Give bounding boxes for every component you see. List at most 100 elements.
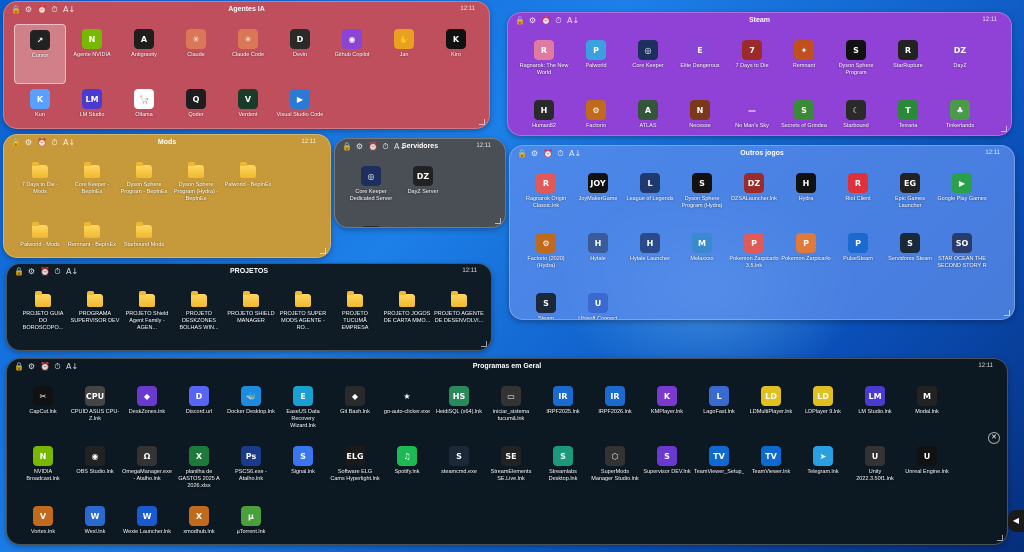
shortcut-item[interactable]: S Dyson Sphere Program: [830, 35, 882, 95]
resize-handle[interactable]: [495, 218, 501, 224]
shortcut-item[interactable]: ▶ Visual Studio Code: [274, 84, 326, 128]
fence-mods[interactable]: 🔒 ⚙ ⏰ ⏱ A↓ Mods 12:11 7 Days to Die - Mods Core …: [3, 134, 331, 258]
shortcut-item[interactable]: ↗ Cursor: [14, 24, 66, 84]
shortcut-item[interactable]: S Dyson Sphere Program (Hydra): [676, 168, 728, 228]
shortcut-item[interactable]: PROJETO JOGOS DE CARTA MMO...: [381, 286, 433, 346]
shortcut-item[interactable]: ◉ Github Copilot: [326, 24, 378, 84]
shortcut-item[interactable]: TV TeamViewer.lnk: [745, 441, 797, 501]
shortcut-item[interactable]: DZ DayZ Server: [397, 161, 449, 221]
shortcut-item[interactable]: ➤ Telegram.lnk: [797, 441, 849, 501]
shortcut-item[interactable]: V Verdent: [222, 84, 274, 128]
shortcut-item[interactable]: PROJETO SHIELD MANAGER: [225, 286, 277, 346]
fence-header[interactable]: 🔒 ⚙ ⏰ ⏱ A↓ PROJETOS 12:11: [7, 264, 491, 282]
shortcut-item[interactable]: N Agente NVIDIA: [66, 24, 118, 84]
resize-handle[interactable]: [997, 535, 1003, 541]
shortcut-item[interactable]: ◆ Git Bash.lnk: [329, 381, 381, 441]
resize-handle[interactable]: [320, 248, 326, 254]
shortcut-item[interactable]: Dyson Sphere Program (Hydra) - BepInEx: [170, 157, 222, 217]
shortcut-item[interactable]: DZ DayZ: [934, 35, 986, 95]
fence-steam[interactable]: 🔒 ⚙ ⏰ ⏱ A↓ Steam 12:11 R Ragnarok: The New World…: [507, 12, 1012, 136]
shortcut-item[interactable]: IR IRPF2026.lnk: [589, 381, 641, 441]
shortcut-item[interactable]: JOY JoyMakerGame: [572, 168, 624, 228]
shortcut-item[interactable]: K Kun: [14, 84, 66, 128]
shortcut-item[interactable]: PROJETO TUCUMÃ EMPRESA: [329, 286, 381, 346]
shortcut-item[interactable]: ✂ CapCut.lnk: [17, 381, 69, 441]
shortcut-item[interactable]: R StarRupture: [882, 35, 934, 95]
shortcut-item[interactable]: 7 Days to Die - Mods: [14, 157, 66, 217]
shortcut-item[interactable]: S Signal.lnk: [277, 441, 329, 501]
fence-servidores[interactable]: 🔒 ⚙ ⏰ ⏱ A↓ Servidores 12:11 ◎ Core Keeper Dedica…: [334, 138, 506, 228]
fence-outros[interactable]: 🔒 ⚙ ⏰ ⏱ A↓ Outros jogos 12:11 R Ragnarok Origin …: [509, 145, 1015, 320]
shortcut-item[interactable]: LM LM Studio: [66, 84, 118, 128]
shortcut-item[interactable]: R Riot Client: [832, 168, 884, 228]
side-panel-toggle-icon[interactable]: ◀: [1008, 510, 1024, 532]
fence-header[interactable]: 🔒 ⚙ ⏰ ⏱ A↓ Mods 12:11: [4, 135, 330, 153]
shortcut-item[interactable]: SE StreamElements SE.Live.lnk: [485, 441, 537, 501]
shortcut-item[interactable]: DZ DZSALauncher.lnk: [728, 168, 780, 228]
shortcut-item[interactable]: W Wexie Launcher.lnk: [121, 501, 173, 544]
shortcut-item[interactable]: TV TeamViewer_Setup_x64.exe: [693, 441, 745, 501]
shortcut-item[interactable]: N NVIDIA Broadcast.lnk: [17, 441, 69, 501]
shortcut-item[interactable]: S Streamlabs Desktop.lnk: [537, 441, 589, 501]
shortcut-item[interactable]: M Modal.lnk: [901, 381, 953, 441]
shortcut-item[interactable]: V Vortex.lnk: [17, 501, 69, 544]
shortcut-item[interactable]: ⚙ Factorio (2020) (Hydra): [520, 228, 572, 288]
shortcut-item[interactable]: H Hytale Launcher: [624, 228, 676, 288]
fence-header[interactable]: 🔒 ⚙ ⏰ ⏱ A↓ Servidores 12:11: [335, 139, 505, 157]
shortcut-item[interactable]: Core Keeper - BepInEx: [66, 157, 118, 217]
shortcut-item[interactable]: ▶ Google Play Games: [936, 168, 988, 228]
shortcut-item[interactable]: ◎ Core Keeper: [622, 35, 674, 95]
fence-programas[interactable]: 🔒 ⚙ ⏰ ⏱ A↓ Programas em Geral 12:11 ✂ CapCut.lnk…: [6, 358, 1008, 545]
shortcut-item[interactable]: Ps PSCS6.exe - Atalho.lnk: [225, 441, 277, 501]
shortcut-item[interactable]: P Pokemon Zarpicarlo: [780, 228, 832, 288]
shortcut-item[interactable]: Palworld - Mods: [14, 217, 66, 257]
resize-handle[interactable]: [479, 119, 485, 125]
shortcut-item[interactable]: CPU CPUID ASUS CPU-Z.lnk: [69, 381, 121, 441]
shortcut-item[interactable]: ♫ Spotify.lnk: [381, 441, 433, 501]
shortcut-item[interactable]: ◆ DeskZones.lnk: [121, 381, 173, 441]
shortcut-item[interactable]: PROJETO SUPER MODS AGENTE - RO...: [277, 286, 329, 346]
shortcut-item[interactable]: ⬡ SuperMods Manager Studio.lnk: [589, 441, 641, 501]
shortcut-item[interactable]: P Pokemon Zarpicarlo 3.5.lnk: [728, 228, 780, 288]
shortcut-item[interactable]: PROJETO Shield Agent Family - AGEN...: [121, 286, 173, 346]
shortcut-item[interactable]: S Secrets of Grindea: [778, 95, 830, 135]
shortcut-item[interactable]: L League of Legends: [624, 168, 676, 228]
fence-header[interactable]: 🔒 ⚙ ⏰ ⏱ A↓ Steam 12:11: [508, 13, 1011, 31]
fence-header[interactable]: 🔒 ⚙ ⏰ ⏱ A↓ Programas em Geral 12:11: [7, 359, 1007, 377]
shortcut-item[interactable]: IR IRPF2025.lnk: [537, 381, 589, 441]
shortcut-item[interactable]: E Elite Dangerous: [674, 35, 726, 95]
shortcut-item[interactable]: ☾Starbound Dedicated Server: [345, 221, 397, 227]
shortcut-item[interactable]: ⚙ Factorio: [570, 95, 622, 135]
shortcut-item[interactable]: Q Qoder: [170, 84, 222, 128]
shortcut-item[interactable]: E EaseUS Data Recovery Wizard.lnk: [277, 381, 329, 441]
shortcut-item[interactable]: EG Epic Games Launcher: [884, 168, 936, 228]
shortcut-item[interactable]: SO STAR OCEAN THE SECOND STORY R: [936, 228, 988, 288]
shortcut-item[interactable]: N Necesse: [674, 95, 726, 135]
shortcut-item[interactable]: H Human82: [518, 95, 570, 135]
shortcut-item[interactable]: LD LDMultiPlayer.lnk: [745, 381, 797, 441]
close-icon[interactable]: ✕: [988, 432, 1000, 444]
fence-projetos[interactable]: 🔒 ⚙ ⏰ ⏱ A↓ PROJETOS 12:11 PROJETO GUIA DO BOROS…: [6, 263, 492, 351]
shortcut-item[interactable]: K KMPlayer.lnk: [641, 381, 693, 441]
resize-handle[interactable]: [481, 341, 487, 347]
shortcut-item[interactable]: 7 7 Days to Die: [726, 35, 778, 95]
fence-header[interactable]: 🔒 ⚙ ⏰ ⏱ A↓ Agentes IA 12:11: [4, 2, 489, 20]
shortcut-item[interactable]: Dyson Sphere Program - BepInEx: [118, 157, 170, 217]
shortcut-item[interactable]: Xxmodhub.lnk: [173, 501, 225, 544]
shortcut-item[interactable]: PROJETO GUIA DO BOROSCOPO...: [17, 286, 69, 346]
shortcut-item[interactable]: PROJETO DESKZONES BOLHAS WIN...: [173, 286, 225, 346]
shortcut-item[interactable]: 🦙 Ollama: [118, 84, 170, 128]
shortcut-item[interactable]: U Ubisoft Connect: [572, 288, 624, 319]
shortcut-item[interactable]: ELG Software ELG Cams Hyperlight.lnk: [329, 441, 381, 501]
shortcut-item[interactable]: R Ragnarok Origin Classic.lnk: [520, 168, 572, 228]
shortcut-item[interactable]: ▭ iniciar_sistema tucumã.lnk: [485, 381, 537, 441]
shortcut-item[interactable]: D Devin: [274, 24, 326, 84]
shortcut-item[interactable]: PROGRAMA SUPERVISOR DEV: [69, 286, 121, 346]
shortcut-item[interactable]: P PulseSteam: [832, 228, 884, 288]
fence-header[interactable]: 🔒 ⚙ ⏰ ⏱ A↓ Outros jogos 12:11: [510, 146, 1014, 164]
shortcut-item[interactable]: ◎ Core Keeper Dedicated Server: [345, 161, 397, 221]
shortcut-item[interactable]: ☾ Starbound: [830, 95, 882, 135]
shortcut-item[interactable]: Ssteamcmd.exe: [433, 441, 485, 501]
shortcut-item[interactable]: 🐳 Docker Desktop.lnk: [225, 381, 277, 441]
shortcut-item[interactable]: Palworld - BepInEx: [222, 157, 274, 217]
